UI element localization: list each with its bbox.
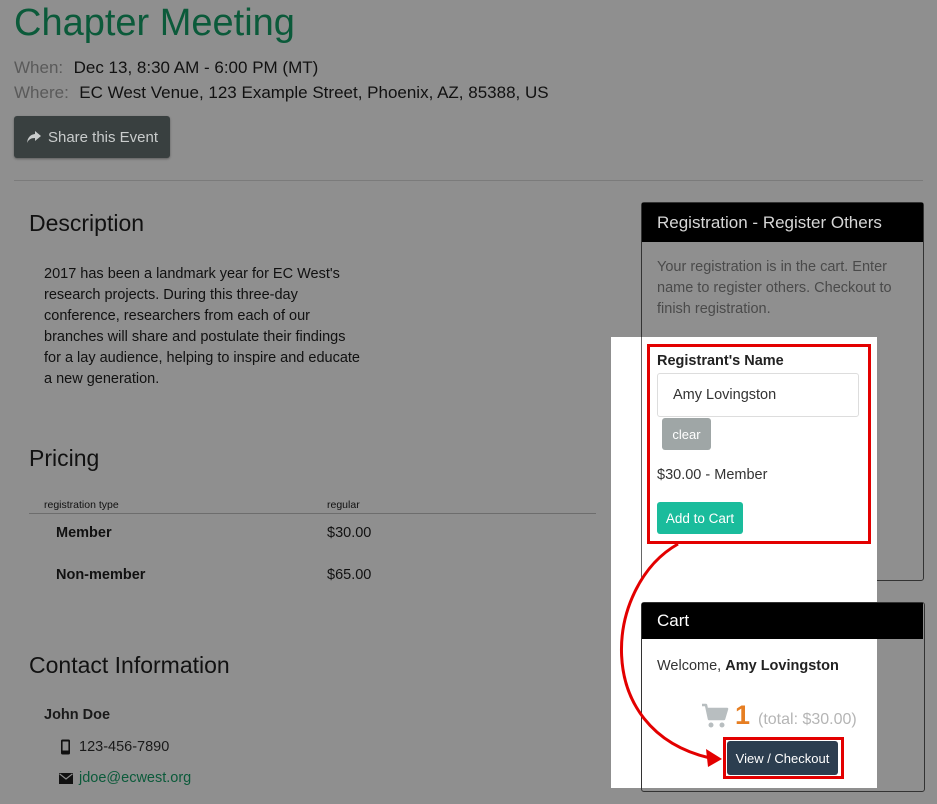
- share-label: Share this Event: [47, 128, 159, 146]
- pricing-col-type: registration type: [44, 499, 119, 511]
- event-where: Where: EC West Venue, 123 Example Street…: [14, 83, 549, 103]
- pricing-col-regular: regular: [327, 499, 360, 511]
- pricing-row-price: $65.00: [327, 567, 372, 583]
- cart-total: (total: $30.00): [758, 711, 857, 728]
- highlight-box-checkout: [723, 737, 844, 779]
- when-value: Dec 13, 8:30 AM - 6:00 PM (MT): [73, 58, 319, 77]
- contact-email-row: jdoe@ecwest.org: [59, 770, 191, 786]
- registration-heading: Registration - Register Others: [642, 203, 923, 242]
- contact-heading: Contact Information: [29, 652, 230, 678]
- pricing-row-price: $30.00: [327, 525, 372, 541]
- pricing-row-type: Non-member: [56, 567, 146, 583]
- event-when: When: Dec 13, 8:30 AM - 6:00 PM (MT): [14, 58, 318, 78]
- description-heading: Description: [29, 210, 145, 236]
- welcome-name: Amy Lovingston: [725, 658, 839, 674]
- pricing-row-type: Member: [56, 525, 112, 541]
- divider: [14, 180, 923, 181]
- where-value: EC West Venue, 123 Example Street, Phoen…: [79, 83, 549, 102]
- highlight-box-form: [647, 344, 871, 544]
- description-text: 2017 has been a landmark year for EC Wes…: [44, 266, 360, 387]
- phone-icon: [61, 739, 70, 755]
- arrow-icon: [619, 542, 722, 767]
- share-icon: [26, 131, 41, 143]
- envelope-icon: [59, 772, 73, 784]
- where-label: Where:: [14, 83, 69, 102]
- pricing-heading: Pricing: [29, 445, 100, 471]
- contact-phone-row: 123-456-7890: [60, 739, 169, 755]
- pricing-header-rule: [29, 513, 596, 514]
- contact-name: John Doe: [44, 707, 111, 723]
- share-event-button[interactable]: Share this Event: [14, 116, 170, 158]
- when-label: When:: [14, 58, 64, 77]
- contact-email-link[interactable]: jdoe@ecwest.org: [79, 770, 191, 786]
- page-title: Chapter Meeting: [14, 2, 295, 44]
- registration-message: Your registration is in the cart. Enter …: [657, 259, 892, 317]
- contact-phone: 123-456-7890: [79, 739, 170, 755]
